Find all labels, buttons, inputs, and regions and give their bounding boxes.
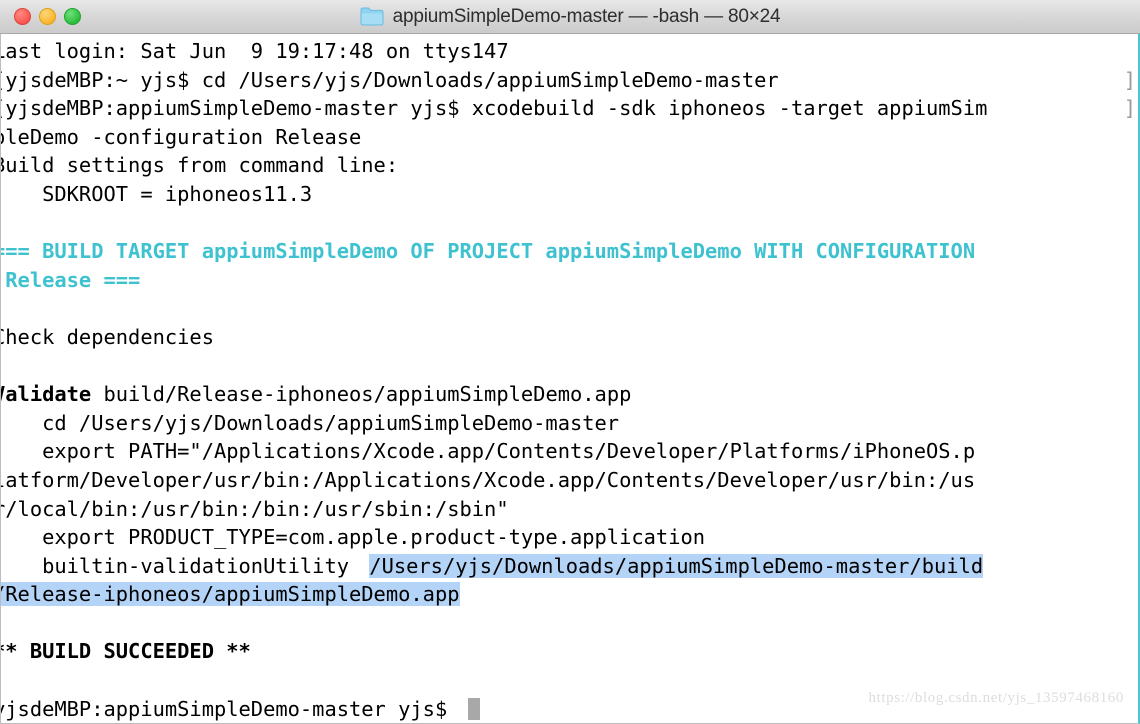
terminal-line: pleDemo -configuration Release — [1, 123, 1138, 152]
terminal-line: cd /Users/yjs/Downloads/appiumSimpleDemo… — [1, 409, 1138, 438]
text-cursor — [467, 697, 480, 720]
build-target-line-text: Release === — [0, 267, 141, 292]
line-wrap-marker: ] — [1123, 96, 1136, 121]
terminal-body[interactable]: Last login: Sat Jun 9 19:17:48 on ttys14… — [0, 34, 1140, 724]
terminal-line-text: pleDemo -configuration Release — [0, 124, 362, 149]
validate-line-text: Validate build/Release-iphoneos/appiumSi… — [0, 382, 632, 407]
terminal-line-text: Build settings from command line: — [0, 153, 399, 178]
watermark-text: https://blog.csdn.net/yjs_13597468160 — [868, 690, 1124, 706]
build-succeeded-text: ** BUILD SUCCEEDED ** — [0, 639, 251, 664]
terminal-line-text: Last login: Sat Jun 9 19:17:48 on ttys14… — [0, 39, 509, 63]
window-title-text: appiumSimpleDemo-master — -bash — 80×24 — [392, 5, 781, 27]
minimize-button[interactable] — [39, 8, 56, 25]
terminal-line-text: export PRODUCT_TYPE=com.apple.product-ty… — [0, 525, 706, 550]
terminal-line-text: [yjsdeMBP:~ yjs$ cd /Users/yjs/Downloads… — [0, 67, 779, 92]
window-controls — [0, 8, 81, 25]
line-wrap-marker: ] — [1123, 67, 1136, 92]
terminal-line: export PATH="/Applications/Xcode.app/Con… — [1, 437, 1138, 466]
terminal-line: === BUILD TARGET appiumSimpleDemo OF PRO… — [1, 237, 1138, 266]
folder-icon — [360, 7, 384, 26]
terminal-screen: Last login: Sat Jun 9 19:17:48 on ttys14… — [1, 34, 1138, 723]
terminal-line: Validate build/Release-iphoneos/appiumSi… — [1, 380, 1138, 409]
terminal-line: builtin-validationUtility /Users/yjs/Dow… — [1, 552, 1138, 581]
terminal-line: Check dependencies — [1, 323, 1138, 352]
close-button[interactable] — [14, 8, 31, 25]
window-title-group: appiumSimpleDemo-master — -bash — 80×24 — [0, 0, 1140, 33]
validate-path: build/Release-iphoneos/appiumSimpleDemo.… — [91, 382, 632, 407]
terminal-line: r/local/bin:/usr/bin:/bin:/usr/sbin:/sbi… — [1, 495, 1138, 524]
validate-keyword: Validate — [0, 382, 92, 407]
terminal-line: export PRODUCT_TYPE=com.apple.product-ty… — [1, 523, 1138, 552]
build-target-line-text: === BUILD TARGET appiumSimpleDemo OF PRO… — [0, 239, 976, 264]
window-titlebar[interactable]: appiumSimpleDemo-master — -bash — 80×24 — [0, 0, 1140, 34]
terminal-line-text: latform/Developer/usr/bin:/Applications/… — [0, 467, 976, 492]
terminal-line: [yjsdeMBP:~ yjs$ cd /Users/yjs/Downloads… — [1, 66, 1138, 95]
shell-prompt-text: yjsdeMBP:appiumSimpleDemo-master yjs$ — [0, 696, 460, 721]
terminal-line: ** BUILD SUCCEEDED ** — [1, 637, 1138, 666]
selected-text[interactable]: /Release-iphoneos/appiumSimpleDemo.app — [1, 582, 460, 607]
terminal-line: [yjsdeMBP:appiumSimpleDemo-master yjs$ x… — [1, 94, 1138, 123]
maximize-button[interactable] — [64, 8, 81, 25]
selected-text[interactable]: /Users/yjs/Downloads/appiumSimpleDemo-ma… — [369, 553, 984, 578]
terminal-line: Last login: Sat Jun 9 19:17:48 on ttys14… — [1, 37, 1138, 66]
terminal-window: appiumSimpleDemo-master — -bash — 80×24 … — [0, 0, 1140, 724]
terminal-line-text: builtin-validationUtility — [0, 553, 362, 578]
terminal-line: /Release-iphoneos/appiumSimpleDemo.app — [1, 580, 1138, 609]
terminal-line: Build settings from command line: — [1, 151, 1138, 180]
terminal-line-text: r/local/bin:/usr/bin:/bin:/usr/sbin:/sbi… — [0, 496, 509, 521]
terminal-line: latform/Developer/usr/bin:/Applications/… — [1, 466, 1138, 495]
terminal-line-text: SDKROOT = iphoneos11.3 — [0, 181, 313, 206]
terminal-line: SDKROOT = iphoneos11.3 — [1, 180, 1138, 209]
terminal-line: Release === — [1, 266, 1138, 295]
check-dependencies-text: Check dependencies — [0, 324, 214, 349]
terminal-line-text: [yjsdeMBP:appiumSimpleDemo-master yjs$ x… — [0, 96, 988, 121]
terminal-line-text: export PATH="/Applications/Xcode.app/Con… — [0, 439, 976, 464]
terminal-line-text: cd /Users/yjs/Downloads/appiumSimpleDemo… — [0, 410, 620, 435]
